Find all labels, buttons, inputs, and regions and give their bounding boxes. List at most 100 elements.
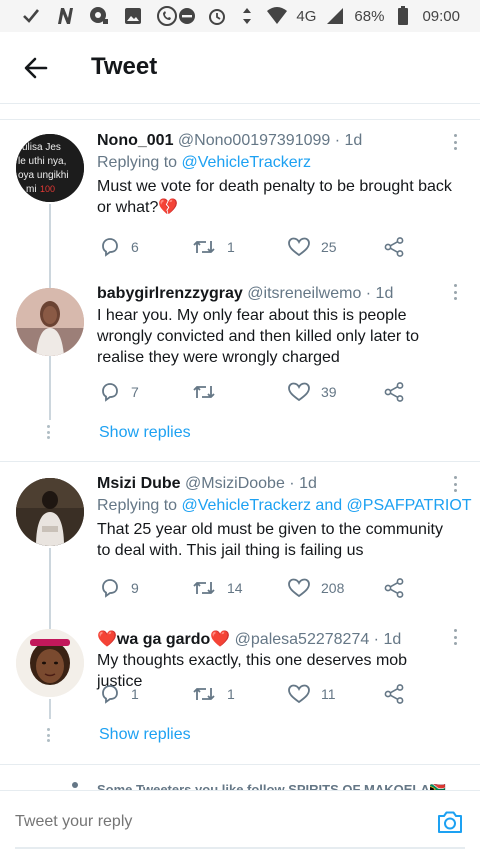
share-button[interactable] [383, 236, 405, 258]
replying-to-link[interactable]: @VehicleTrackerz [182, 154, 311, 171]
clock: 09:00 [422, 7, 460, 25]
svg-text:oya ungikhi: oya ungikhi [18, 170, 69, 181]
reply-icon [102, 579, 118, 598]
signal-icon [324, 5, 346, 27]
retweet-icon [193, 241, 215, 253]
retweet-count: 14 [227, 580, 243, 596]
display-name[interactable]: babygirlrenzzygray [97, 285, 243, 302]
share-button[interactable] [383, 683, 405, 705]
reply-button[interactable]: 7 [99, 381, 139, 403]
battery-icon [392, 5, 414, 27]
like-button[interactable]: 39 [287, 381, 337, 403]
tweet-babygirlrenzzygray[interactable]: babygirlrenzzygray @itsreneilwemo · 1d I… [0, 270, 480, 460]
svg-text:le uthi nya,: le uthi nya, [18, 156, 66, 167]
section-separator [0, 104, 480, 120]
display-name[interactable]: Msizi Dube [97, 475, 181, 492]
retweet-icon [193, 386, 215, 398]
more-options-icon[interactable] [454, 629, 458, 645]
reply-count: 9 [131, 580, 139, 596]
tweet-actions: 6 1 25 [97, 236, 417, 260]
svg-text:mi: mi [26, 184, 37, 195]
show-replies-link[interactable]: Show replies [99, 424, 191, 442]
tweet-actions: 9 14 208 [97, 577, 417, 601]
thread-collapsed-dots [47, 728, 51, 742]
whatsapp-icon [156, 5, 178, 27]
handle-and-time: @itsreneilwemo · 1d [247, 285, 394, 302]
avatar[interactable] [16, 478, 84, 546]
reply-button[interactable]: 6 [99, 236, 139, 258]
reply-bar [0, 790, 480, 854]
tweet-text: That 25 year old must be given to the co… [97, 521, 443, 559]
reply-underline [15, 847, 465, 849]
display-name[interactable]: ❤️wa ga gardo❤️ [97, 631, 230, 648]
like-button[interactable]: 11 [287, 683, 336, 705]
tweet-actions: 1 1 11 [97, 683, 417, 707]
reply-button[interactable]: 9 [99, 577, 139, 599]
reply-count: 6 [131, 239, 139, 255]
avatar[interactable] [16, 288, 84, 356]
tweet-text: Must we vote for death penalty to be bro… [97, 178, 452, 216]
more-options-icon[interactable] [454, 284, 458, 300]
thread-line [49, 612, 51, 629]
replying-to-link[interactable]: @VehicleTrackerz and @PSAFPATRIOT [182, 497, 472, 514]
replying-to: Replying to @VehicleTrackerz and @PSAFPA… [97, 497, 472, 515]
system-icons: 4G 68% 09:00 [176, 5, 460, 27]
reply-input[interactable] [15, 813, 395, 831]
thread-line [49, 699, 51, 719]
heart-icon [288, 237, 310, 257]
share-button[interactable] [383, 577, 405, 599]
page-title: Tweet [91, 53, 158, 80]
like-button[interactable]: 25 [287, 236, 337, 258]
handle-and-time: @Nono00197391099 · 1d [177, 132, 363, 149]
more-options-icon[interactable] [454, 476, 458, 492]
back-arrow-icon[interactable] [22, 54, 50, 82]
thread-line [49, 356, 51, 420]
share-icon [384, 684, 404, 704]
show-replies-link[interactable]: Show replies [99, 726, 191, 744]
display-name[interactable]: Nono_001 [97, 132, 173, 149]
like-count: 25 [321, 239, 337, 255]
replying-prefix: Replying to [97, 154, 182, 171]
alarm-icon [206, 5, 228, 27]
do-not-disturb-icon [176, 5, 198, 27]
retweet-button[interactable]: 1 [191, 683, 235, 705]
reply-count: 7 [131, 384, 139, 400]
tweet-actions: 7 39 [97, 381, 417, 405]
heart-icon [288, 578, 310, 598]
status-bar: 4G 68% 09:00 [0, 0, 480, 32]
share-icon [384, 237, 404, 257]
chat-bubble-icon [88, 5, 110, 27]
tweet-wa-ga-gardo[interactable]: ❤️wa ga gardo❤️ @palesa52278274 · 1d My … [0, 612, 480, 762]
avatar[interactable] [16, 629, 84, 697]
check-icon [20, 5, 42, 27]
replying-prefix: Replying to [97, 497, 182, 514]
n-logo-icon [54, 5, 76, 27]
like-button[interactable]: 208 [287, 577, 344, 599]
camera-icon[interactable] [435, 807, 465, 837]
tweet-nono[interactable]: ulisa Jes le uthi nya, oya ungikhi mi 10… [0, 120, 480, 288]
wifi-icon [266, 5, 288, 27]
share-icon [384, 578, 404, 598]
tweet-author-line: Msizi Dube @MsiziDoobe · 1d [97, 475, 452, 493]
share-button[interactable] [383, 381, 405, 403]
like-count: 39 [321, 384, 337, 400]
network-type: 4G [296, 7, 317, 25]
tweet-msizi-dube[interactable]: Msizi Dube @MsiziDoobe · 1d Replying to … [0, 462, 480, 628]
thread-collapsed-dots [47, 425, 51, 439]
svg-text:100: 100 [40, 184, 55, 194]
retweet-button[interactable]: 1 [191, 236, 235, 258]
retweet-button[interactable]: 14 [191, 577, 243, 599]
retweet-button[interactable] [191, 381, 227, 403]
like-count: 11 [321, 686, 336, 702]
tweet-author-line: ❤️wa ga gardo❤️ @palesa52278274 · 1d [97, 629, 452, 649]
reply-count: 1 [131, 686, 139, 702]
heart-icon [288, 684, 310, 704]
reply-icon [102, 238, 118, 257]
retweet-icon [193, 582, 215, 594]
more-options-icon[interactable] [454, 134, 458, 150]
avatar[interactable]: ulisa Jes le uthi nya, oya ungikhi mi 10… [16, 134, 84, 202]
tweet-author-line: Nono_001 @Nono00197391099 · 1d [97, 132, 452, 150]
reply-button[interactable]: 1 [99, 683, 139, 705]
retweet-icon [193, 688, 215, 700]
battery-percentage: 68% [354, 7, 385, 25]
